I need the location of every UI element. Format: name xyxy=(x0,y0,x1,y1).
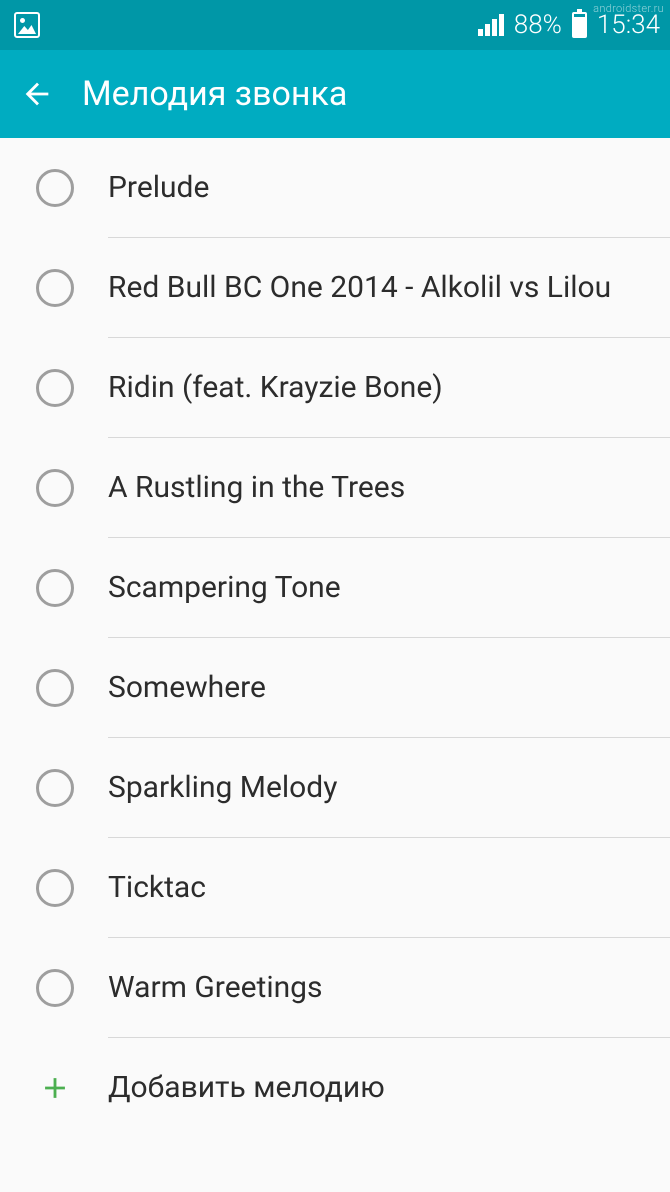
ringtone-item[interactable]: Scampering Tone xyxy=(0,538,670,638)
ringtone-label: A Rustling in the Trees xyxy=(108,469,405,507)
battery-icon xyxy=(572,12,587,38)
radio-unchecked-icon xyxy=(36,969,74,1007)
radio-unchecked-icon xyxy=(36,469,74,507)
ringtone-item[interactable]: Red Bull BC One 2014 - Alkolil vs Lilou xyxy=(0,238,670,338)
signal-icon xyxy=(478,14,504,36)
ringtone-item[interactable]: A Rustling in the Trees xyxy=(0,438,670,538)
ringtone-item[interactable]: Ticktac xyxy=(0,838,670,938)
add-ringtone-label: Добавить мелодию xyxy=(108,1069,385,1107)
watermark-text: androidster.ru xyxy=(593,2,664,15)
radio-unchecked-icon xyxy=(36,369,74,407)
add-ringtone-button[interactable]: Добавить мелодию xyxy=(0,1038,670,1138)
ringtone-label: Red Bull BC One 2014 - Alkolil vs Lilou xyxy=(108,269,611,307)
status-bar: androidster.ru 88% 15:34 xyxy=(0,0,670,50)
arrow-left-icon xyxy=(20,77,54,111)
ringtone-item[interactable]: Somewhere xyxy=(0,638,670,738)
page-title: Мелодия звонка xyxy=(82,74,347,114)
back-button[interactable] xyxy=(20,77,54,111)
content-area: Prelude Red Bull BC One 2014 - Alkolil vs… xyxy=(0,138,670,1192)
app-bar: Мелодия звонка xyxy=(0,50,670,138)
status-left xyxy=(10,12,40,38)
ringtone-label: Sparkling Melody xyxy=(108,769,337,807)
radio-unchecked-icon xyxy=(36,869,74,907)
ringtone-label: Prelude xyxy=(108,169,209,207)
ringtone-label: Scampering Tone xyxy=(108,569,341,607)
ringtone-label: Ticktac xyxy=(108,869,206,907)
gallery-notification-icon xyxy=(14,12,40,38)
plus-icon xyxy=(36,1069,74,1107)
radio-unchecked-icon xyxy=(36,569,74,607)
status-right: androidster.ru 88% 15:34 xyxy=(478,10,660,40)
ringtone-list: Prelude Red Bull BC One 2014 - Alkolil vs… xyxy=(0,138,670,1038)
radio-unchecked-icon xyxy=(36,769,74,807)
ringtone-label: Ridin (feat. Krayzie Bone) xyxy=(108,369,443,407)
ringtone-label: Warm Greetings xyxy=(108,969,323,1007)
radio-unchecked-icon xyxy=(36,269,74,307)
ringtone-item[interactable]: Warm Greetings xyxy=(0,938,670,1038)
battery-percent: 88% xyxy=(514,10,562,40)
ringtone-item[interactable]: Sparkling Melody xyxy=(0,738,670,838)
ringtone-label: Somewhere xyxy=(108,669,266,707)
ringtone-item[interactable]: Prelude xyxy=(0,138,670,238)
radio-unchecked-icon xyxy=(36,169,74,207)
radio-unchecked-icon xyxy=(36,669,74,707)
ringtone-item[interactable]: Ridin (feat. Krayzie Bone) xyxy=(0,338,670,438)
